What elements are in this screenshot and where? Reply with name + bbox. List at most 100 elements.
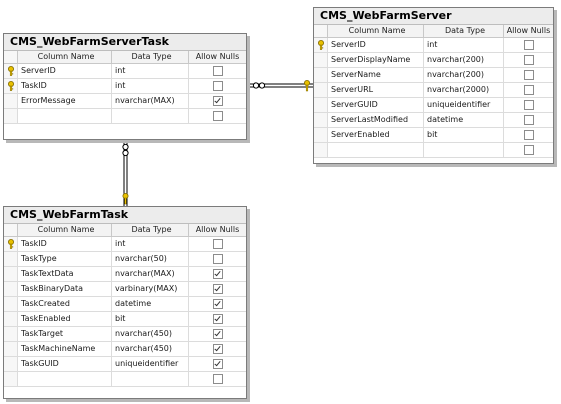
row-selector[interactable]	[314, 68, 328, 82]
relationship-servertask-server[interactable]	[250, 80, 315, 92]
allow-nulls-checkbox[interactable]	[212, 239, 223, 249]
row-selector[interactable]	[314, 83, 328, 97]
data-type-cell[interactable]: bit	[112, 312, 189, 326]
data-type-cell[interactable]: int	[112, 64, 189, 78]
column-name-cell[interactable]: ServerLastModified	[328, 113, 424, 127]
allow-nulls-checkbox[interactable]	[212, 374, 223, 384]
row-selector[interactable]	[314, 53, 328, 67]
data-type-cell[interactable]: nvarchar(2000)	[424, 83, 504, 97]
allow-nulls-checkbox[interactable]	[523, 145, 534, 155]
table-row[interactable]: ErrorMessage nvarchar(MAX)	[4, 94, 246, 109]
data-type-cell[interactable]: nvarchar(450)	[112, 342, 189, 356]
data-type-cell[interactable]: uniqueidentifier	[112, 357, 189, 371]
table-cms-webfarmserver[interactable]: CMS_WebFarmServer Column Name Data Type …	[313, 7, 554, 164]
column-name-cell[interactable]: ServerID	[328, 38, 424, 52]
table-row[interactable]: ServerDisplayName nvarchar(200)	[314, 53, 553, 68]
allow-nulls-checkbox[interactable]	[212, 344, 223, 354]
data-type-cell[interactable]	[424, 143, 504, 157]
column-name-cell[interactable]: TaskTarget	[18, 327, 112, 341]
allow-nulls-checkbox[interactable]	[212, 254, 223, 264]
allow-nulls-checkbox[interactable]	[212, 284, 223, 294]
table-row[interactable]: ServerLastModified datetime	[314, 113, 553, 128]
table-row[interactable]: TaskType nvarchar(50)	[4, 252, 246, 267]
allow-nulls-checkbox[interactable]	[212, 66, 223, 76]
allow-nulls-checkbox[interactable]	[523, 100, 534, 110]
row-selector[interactable]	[4, 79, 18, 93]
table-row[interactable]: ServerGUID uniqueidentifier	[314, 98, 553, 113]
row-selector[interactable]	[4, 94, 18, 108]
column-name-cell[interactable]: ServerName	[328, 68, 424, 82]
relationship-servertask-task[interactable]	[122, 142, 129, 206]
row-selector[interactable]	[314, 128, 328, 142]
column-name-cell[interactable]: ServerURL	[328, 83, 424, 97]
column-name-cell[interactable]: TaskEnabled	[18, 312, 112, 326]
data-type-cell[interactable]: nvarchar(200)	[424, 53, 504, 67]
data-type-cell[interactable]: nvarchar(MAX)	[112, 267, 189, 281]
row-selector[interactable]	[314, 98, 328, 112]
column-name-cell[interactable]: TaskBinaryData	[18, 282, 112, 296]
row-selector[interactable]	[4, 312, 18, 326]
table-cms-webfarmtask[interactable]: CMS_WebFarmTask Column Name Data Type Al…	[3, 206, 247, 399]
table-row[interactable]: TaskCreated datetime	[4, 297, 246, 312]
row-selector[interactable]	[314, 143, 328, 157]
table-row[interactable]: ServerName nvarchar(200)	[314, 68, 553, 83]
row-selector[interactable]	[4, 372, 18, 386]
row-selector[interactable]	[4, 342, 18, 356]
allow-nulls-checkbox[interactable]	[212, 96, 223, 106]
allow-nulls-checkbox[interactable]	[212, 329, 223, 339]
allow-nulls-checkbox[interactable]	[212, 314, 223, 324]
table-row[interactable]: TaskEnabled bit	[4, 312, 246, 327]
table-row[interactable]: ServerID int	[4, 64, 246, 79]
table-cms-webfarmservertask[interactable]: CMS_WebFarmServerTask Column Name Data T…	[3, 33, 247, 140]
table-row[interactable]: ServerURL nvarchar(2000)	[314, 83, 553, 98]
column-name-cell[interactable]	[18, 372, 112, 386]
column-name-cell[interactable]: TaskType	[18, 252, 112, 266]
column-name-cell[interactable]: TaskCreated	[18, 297, 112, 311]
data-type-cell[interactable]: nvarchar(50)	[112, 252, 189, 266]
row-selector[interactable]	[4, 327, 18, 341]
table-row[interactable]: TaskTarget nvarchar(450)	[4, 327, 246, 342]
row-selector[interactable]	[4, 109, 18, 123]
row-selector[interactable]	[4, 297, 18, 311]
column-name-cell[interactable]: TaskTextData	[18, 267, 112, 281]
allow-nulls-checkbox[interactable]	[523, 70, 534, 80]
data-type-cell[interactable]: int	[424, 38, 504, 52]
data-type-cell[interactable]: nvarchar(200)	[424, 68, 504, 82]
allow-nulls-checkbox[interactable]	[523, 85, 534, 95]
column-name-cell[interactable]: TaskID	[18, 237, 112, 251]
column-name-cell[interactable]	[18, 109, 112, 123]
row-selector[interactable]	[4, 237, 18, 251]
allow-nulls-checkbox[interactable]	[523, 115, 534, 125]
column-name-cell[interactable]: ErrorMessage	[18, 94, 112, 108]
table-row[interactable]	[314, 143, 553, 158]
table-row[interactable]: ServerID int	[314, 38, 553, 53]
table-row[interactable]: TaskID int	[4, 79, 246, 94]
row-selector[interactable]	[4, 357, 18, 371]
row-selector[interactable]	[314, 113, 328, 127]
data-type-cell[interactable]: uniqueidentifier	[424, 98, 504, 112]
data-type-cell[interactable]: int	[112, 79, 189, 93]
data-type-cell[interactable]	[112, 372, 189, 386]
table-row[interactable]: TaskBinaryData varbinary(MAX)	[4, 282, 246, 297]
table-row[interactable]: TaskID int	[4, 237, 246, 252]
data-type-cell[interactable]: nvarchar(450)	[112, 327, 189, 341]
column-name-cell[interactable]: TaskID	[18, 79, 112, 93]
data-type-cell[interactable]: int	[112, 237, 189, 251]
data-type-cell[interactable]	[112, 109, 189, 123]
column-name-cell[interactable]: ServerEnabled	[328, 128, 424, 142]
data-type-cell[interactable]: bit	[424, 128, 504, 142]
table-row[interactable]	[4, 109, 246, 124]
allow-nulls-checkbox[interactable]	[523, 40, 534, 50]
table-row[interactable]: TaskMachineName nvarchar(450)	[4, 342, 246, 357]
row-selector[interactable]	[4, 64, 18, 78]
column-name-cell[interactable]: TaskGUID	[18, 357, 112, 371]
row-selector[interactable]	[4, 252, 18, 266]
table-row[interactable]: TaskTextData nvarchar(MAX)	[4, 267, 246, 282]
column-name-cell[interactable]	[328, 143, 424, 157]
table-row[interactable]	[4, 372, 246, 387]
column-name-cell[interactable]: TaskMachineName	[18, 342, 112, 356]
allow-nulls-checkbox[interactable]	[212, 111, 223, 121]
column-name-cell[interactable]: ServerGUID	[328, 98, 424, 112]
allow-nulls-checkbox[interactable]	[212, 299, 223, 309]
allow-nulls-checkbox[interactable]	[523, 130, 534, 140]
